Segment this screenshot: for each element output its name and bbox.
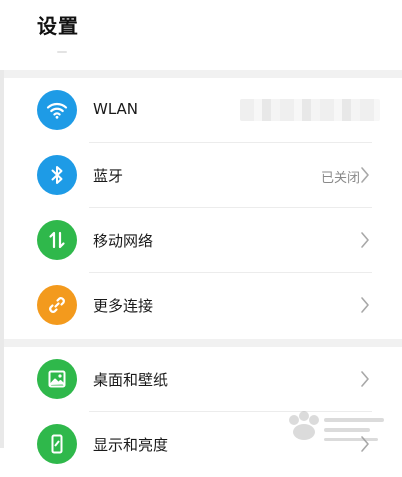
mobile-network-icon (37, 220, 77, 260)
page-title: 设置 (37, 14, 79, 38)
chevron-right-icon (360, 435, 370, 453)
wifi-icon (37, 90, 77, 130)
settings-header: 设置 (0, 0, 402, 70)
chevron-right-icon (360, 231, 370, 249)
settings-item-label: 显示和亮度 (93, 436, 169, 454)
settings-item-label: 桌面和壁纸 (93, 371, 169, 389)
bluetooth-icon (37, 155, 77, 195)
settings-item-label: WLAN (93, 100, 139, 118)
settings-item-label: 更多连接 (93, 297, 154, 315)
link-icon (37, 285, 77, 325)
settings-item-label: 移动网络 (93, 232, 154, 250)
wallpaper-icon (37, 359, 77, 399)
header-scroll-indicator (57, 51, 67, 53)
settings-item-bluetooth[interactable]: 蓝牙 已关闭 (4, 143, 402, 208)
settings-item-desktop-wallpaper[interactable]: 桌面和壁纸 (4, 347, 402, 412)
chevron-right-icon (360, 166, 370, 184)
display-icon (37, 424, 77, 464)
settings-item-display-brightness[interactable]: 显示和亮度 (4, 412, 402, 477)
section-divider (4, 339, 402, 347)
bluetooth-status: 已关闭 (320, 171, 360, 186)
settings-item-label: 蓝牙 (93, 167, 124, 185)
chevron-right-icon (360, 296, 370, 314)
settings-item-mobile-network[interactable]: 移动网络 (4, 208, 402, 273)
chevron-right-icon (360, 370, 370, 388)
settings-item-wlan[interactable]: WLAN (4, 78, 402, 143)
section-divider (4, 70, 402, 78)
redacted-network-name (240, 99, 380, 121)
settings-item-more-connections[interactable]: 更多连接 (4, 273, 402, 338)
